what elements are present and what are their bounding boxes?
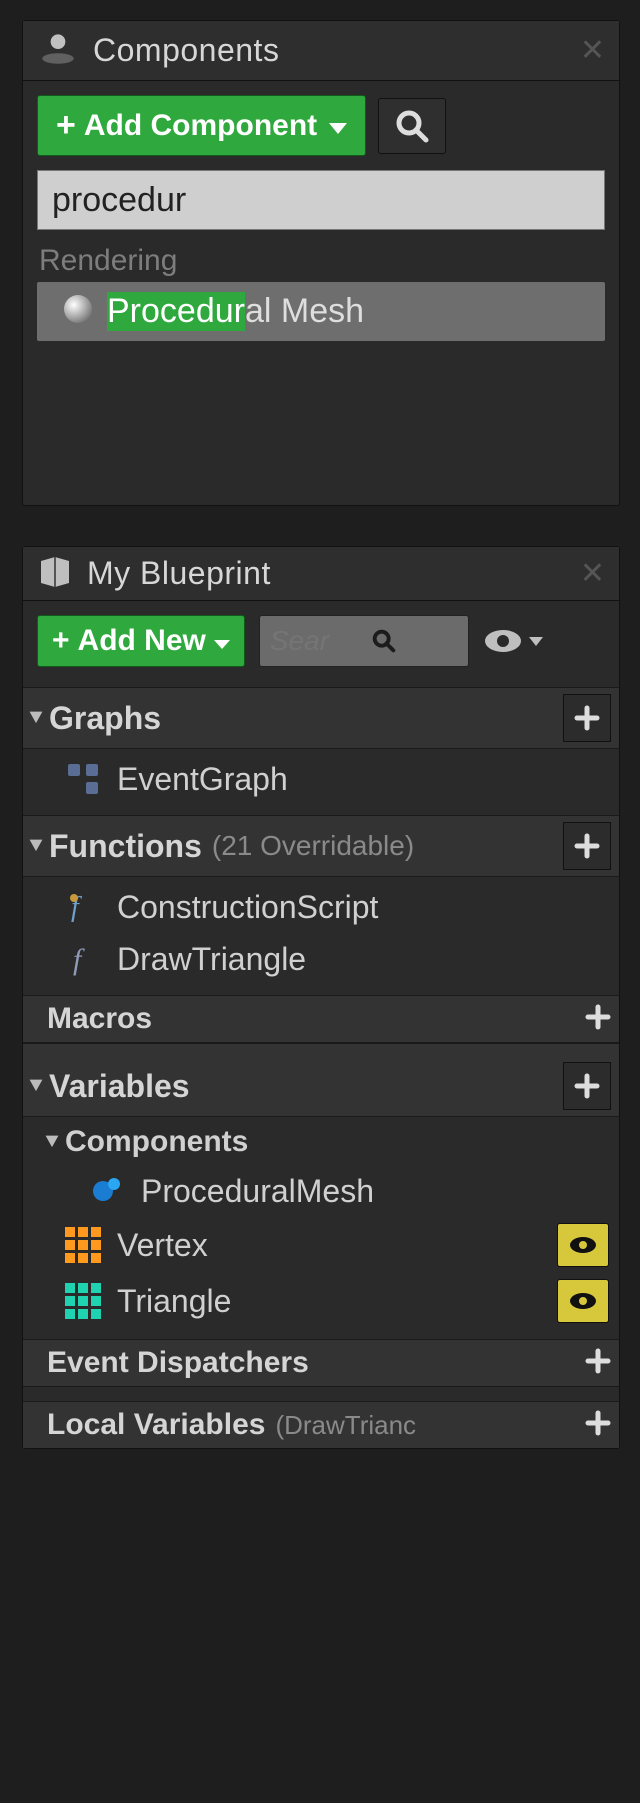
caret-down-icon [529, 635, 543, 647]
section-variables-header[interactable]: Variables [23, 1043, 619, 1117]
section-eventdispatchers-label: Event Dispatchers [47, 1346, 309, 1380]
blueprint-search-input[interactable] [270, 625, 370, 657]
add-variable-button[interactable] [563, 1062, 611, 1110]
component-search-input[interactable] [37, 170, 605, 230]
proceduralmesh-label: ProceduralMesh [141, 1173, 374, 1210]
caret-down-icon [214, 624, 230, 658]
component-icon [87, 1171, 127, 1211]
functions-overridable-count: (21 Overridable) [212, 830, 414, 862]
close-icon[interactable]: ✕ [580, 33, 605, 68]
expander-icon [27, 709, 45, 727]
eye-icon [568, 1235, 598, 1255]
blueprint-panel: My Blueprint ✕ + Add New [22, 546, 620, 1449]
expander-icon [27, 837, 45, 855]
drawtriangle-label: DrawTriangle [117, 941, 306, 978]
plus-icon [574, 705, 600, 731]
plus-icon: + [52, 624, 70, 658]
blueprint-tab-title: My Blueprint [87, 555, 580, 592]
caret-down-icon [329, 109, 347, 143]
item-constructionscript[interactable]: f ConstructionScript [23, 881, 619, 933]
add-function-button[interactable] [563, 822, 611, 870]
add-macro-button[interactable] [585, 1004, 611, 1035]
section-eventdispatchers-header[interactable]: Event Dispatchers [23, 1339, 619, 1387]
item-vertex[interactable]: Vertex [23, 1217, 619, 1273]
eye-icon [483, 627, 523, 655]
array-icon [63, 1281, 103, 1321]
add-eventdispatcher-button[interactable] [585, 1348, 611, 1379]
result-procedural-mesh[interactable]: Procedural Mesh [37, 282, 605, 341]
add-new-label: Add New [78, 624, 206, 658]
array-icon [63, 1225, 103, 1265]
eventgraph-label: EventGraph [117, 761, 288, 798]
subsection-components-header[interactable]: Components [23, 1117, 619, 1161]
function-icon: f [63, 887, 103, 927]
section-variables-label: Variables [49, 1068, 190, 1105]
function-icon: f [63, 939, 103, 979]
add-component-button[interactable]: + Add Component [37, 95, 366, 156]
blueprint-tab-icon [37, 553, 73, 594]
svg-text:f: f [73, 943, 85, 976]
graph-icon [63, 759, 103, 799]
plus-icon [585, 1348, 611, 1374]
expander-icon [27, 1077, 45, 1095]
blueprint-search-box[interactable] [259, 615, 469, 667]
blueprint-panel-header: My Blueprint ✕ [23, 547, 619, 601]
search-button[interactable] [378, 98, 446, 154]
components-panel-header: Components ✕ [23, 21, 619, 81]
add-graph-button[interactable] [563, 694, 611, 742]
result-highlight: Procedur [107, 292, 245, 331]
plus-icon: + [56, 106, 76, 145]
result-rest: al Mesh [245, 292, 364, 331]
constructionscript-label: ConstructionScript [117, 889, 378, 926]
close-icon[interactable]: ✕ [580, 556, 605, 591]
add-component-label: Add Component [84, 109, 317, 143]
visibility-badge[interactable] [557, 1279, 609, 1323]
sphere-icon [61, 292, 95, 331]
plus-icon [585, 1004, 611, 1030]
add-localvariable-button[interactable] [585, 1410, 611, 1441]
section-functions-header[interactable]: Functions (21 Overridable) [23, 815, 619, 877]
item-eventgraph[interactable]: EventGraph [23, 753, 619, 805]
item-proceduralmesh[interactable]: ProceduralMesh [23, 1165, 619, 1217]
triangle-label: Triangle [117, 1283, 231, 1320]
plus-icon [585, 1410, 611, 1436]
section-localvariables-label: Local Variables [47, 1408, 265, 1442]
item-drawtriangle[interactable]: f DrawTriangle [23, 933, 619, 985]
section-macros-header[interactable]: Macros [23, 995, 619, 1043]
search-icon [370, 627, 398, 655]
components-panel-body: + Add Component Rendering [23, 81, 619, 355]
visibility-badge[interactable] [557, 1223, 609, 1267]
components-tab-title: Components [93, 32, 580, 69]
section-functions-label: Functions [49, 828, 202, 865]
blueprint-panel-body: + Add New [23, 601, 619, 667]
results-group-label: Rendering [37, 240, 605, 282]
components-panel: Components ✕ + Add Component [22, 20, 620, 506]
section-localvariables-header[interactable]: Local Variables (DrawTrianc [23, 1401, 619, 1448]
plus-icon [574, 1073, 600, 1099]
section-macros-label: Macros [47, 1002, 152, 1036]
eye-icon [568, 1291, 598, 1311]
section-graphs-header[interactable]: Graphs [23, 687, 619, 749]
visibility-filter-button[interactable] [483, 627, 543, 655]
blueprint-toolbar: + Add New [37, 615, 605, 667]
localvariables-scope: (DrawTrianc [275, 1410, 416, 1441]
section-graphs-label: Graphs [49, 700, 161, 737]
expander-icon [43, 1133, 61, 1151]
item-triangle[interactable]: Triangle [23, 1273, 619, 1329]
vertex-label: Vertex [117, 1227, 208, 1264]
subsection-components-label: Components [65, 1125, 248, 1159]
search-icon [394, 108, 430, 144]
components-tab-icon [37, 27, 79, 74]
add-new-button[interactable]: + Add New [37, 615, 245, 667]
plus-icon [574, 833, 600, 859]
